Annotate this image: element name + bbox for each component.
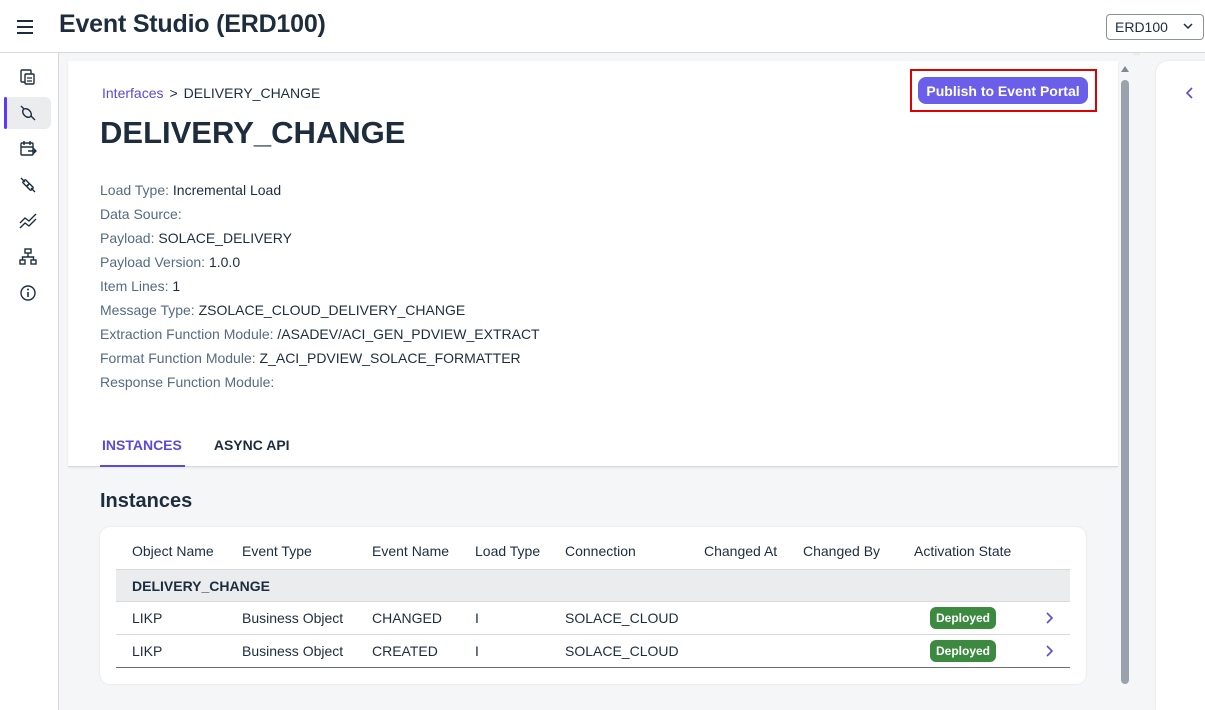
property-payload: Payload: SOLACE_DELIVERY (100, 230, 292, 246)
table-row[interactable]: LIKP Business Object CREATED I SOLACE_CL… (116, 635, 1070, 668)
chevron-down-icon (1183, 23, 1193, 30)
status-badge: Deployed (930, 607, 997, 629)
breadcrumb: Interfaces > DELIVERY_CHANGE (102, 85, 320, 101)
cell-event-type: Business Object (242, 610, 344, 626)
connector-icon[interactable] (4, 97, 51, 129)
side-navigation (0, 53, 59, 710)
breadcrumb-current: DELIVERY_CHANGE (183, 85, 321, 101)
information-icon[interactable] (4, 277, 51, 309)
property-message-type: Message Type: ZSOLACE_CLOUD_DELIVERY_CHA… (100, 302, 466, 318)
app-header: Event Studio (ERD100) ERD100 (0, 0, 1205, 53)
tab-bar: INSTANCES ASYNC API (100, 435, 290, 467)
column-header-load-type[interactable]: Load Type (475, 543, 540, 559)
cell-object-name: LIKP (132, 643, 163, 659)
scrollbar-thumb[interactable] (1121, 80, 1129, 684)
app-title: Event Studio (ERD100) (59, 10, 326, 38)
tab-async-api[interactable]: ASYNC API (214, 435, 290, 467)
column-header-connection[interactable]: Connection (565, 543, 636, 559)
cell-connection: SOLACE_CLOUD (565, 610, 679, 626)
tab-instances[interactable]: INSTANCES (100, 435, 185, 467)
table-header: Object Name Event Type Event Name Load T… (116, 537, 1070, 569)
cell-load-type: I (475, 610, 479, 626)
column-header-event-type[interactable]: Event Type (242, 543, 312, 559)
side-panel (1140, 53, 1205, 710)
column-header-changed-at[interactable]: Changed At (704, 543, 777, 559)
hierarchy-icon[interactable] (4, 241, 51, 273)
page-title: DELIVERY_CHANGE (100, 115, 406, 150)
section-title-instances: Instances (100, 490, 193, 512)
documents-icon[interactable] (4, 61, 51, 93)
column-header-activation-state[interactable]: Activation State (914, 543, 1011, 559)
event-calendar-icon[interactable] (4, 133, 51, 165)
publish-to-event-portal-button[interactable]: Publish to Event Portal (918, 77, 1088, 104)
system-select[interactable]: ERD100 (1106, 14, 1204, 40)
table-row[interactable]: LIKP Business Object CHANGED I SOLACE_CL… (116, 602, 1070, 635)
chevron-left-icon[interactable] (1182, 85, 1198, 101)
property-format-function-module: Format Function Module: Z_ACI_PDVIEW_SOL… (100, 350, 521, 366)
properties-list: Load Type: Incremental Load Data Source:… (100, 178, 540, 394)
cell-event-type: Business Object (242, 643, 344, 659)
hamburger-menu-icon[interactable] (12, 14, 38, 40)
cell-event-name: CHANGED (372, 610, 443, 626)
column-header-object-name[interactable]: Object Name (132, 543, 214, 559)
status-badge: Deployed (930, 640, 997, 662)
instances-table: Object Name Event Type Event Name Load T… (100, 527, 1086, 684)
breadcrumb-separator: > (169, 85, 178, 101)
system-select-value: ERD100 (1115, 19, 1168, 35)
chevron-right-icon[interactable] (1042, 611, 1056, 625)
trend-icon[interactable] (4, 205, 51, 237)
column-header-event-name[interactable]: Event Name (372, 543, 449, 559)
property-load-type: Load Type: Incremental Load (100, 182, 282, 198)
group-row-label: DELIVERY_CHANGE (132, 578, 270, 594)
property-payload-version: Payload Version: 1.0.0 (100, 254, 241, 270)
property-item-lines: Item Lines: 1 (100, 278, 181, 294)
group-row: DELIVERY_CHANGE (116, 569, 1070, 602)
object-header: Interfaces > DELIVERY_CHANGE Publish to … (68, 61, 1118, 467)
side-panel-card (1156, 61, 1205, 710)
vertical-scrollbar[interactable] (1118, 60, 1132, 690)
property-data-source: Data Source: (100, 206, 182, 222)
main-content: Interfaces > DELIVERY_CHANGE Publish to … (60, 53, 1133, 710)
breadcrumb-link-interfaces[interactable]: Interfaces (102, 85, 163, 101)
property-response-function-module: Response Function Module: (100, 374, 275, 390)
property-extraction-function-module: Extraction Function Module: /ASADEV/ACI_… (100, 326, 540, 342)
scroll-up-arrow-icon[interactable] (1121, 66, 1129, 72)
disconnected-icon[interactable] (4, 169, 51, 201)
chevron-right-icon[interactable] (1042, 644, 1056, 658)
cell-load-type: I (475, 643, 479, 659)
publish-highlight-box: Publish to Event Portal (910, 69, 1097, 112)
cell-event-name: CREATED (372, 643, 438, 659)
cell-connection: SOLACE_CLOUD (565, 643, 679, 659)
column-header-changed-by[interactable]: Changed By (803, 543, 880, 559)
cell-object-name: LIKP (132, 610, 163, 626)
